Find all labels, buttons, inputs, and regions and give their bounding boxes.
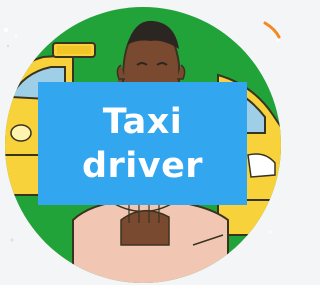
taxi-driver-card[interactable]: Taxi driver	[0, 0, 286, 285]
caption-label-box: Taxi driver	[38, 82, 247, 205]
caption-line-2: driver	[81, 145, 204, 186]
caption-line-1: Taxi	[102, 101, 183, 142]
